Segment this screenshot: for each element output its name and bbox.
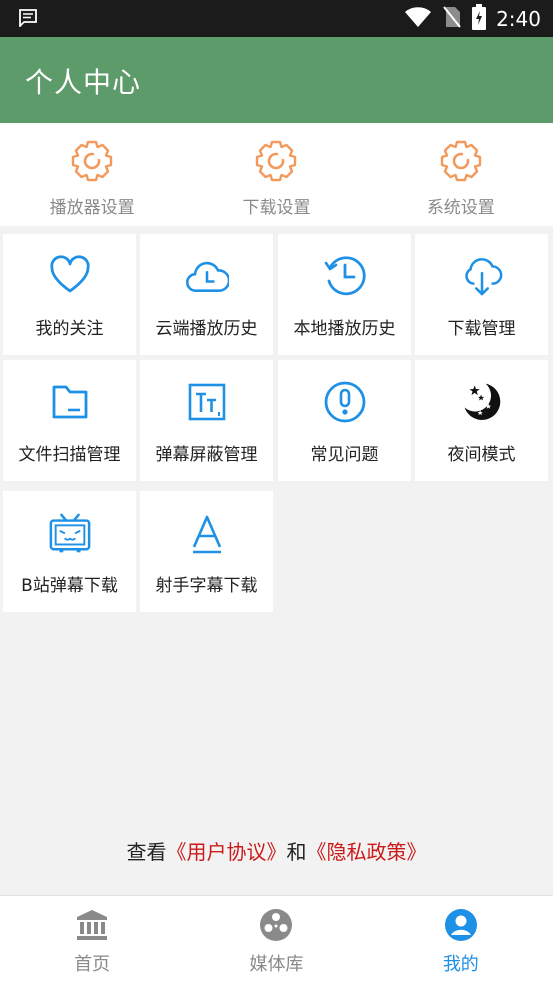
no-sim-icon <box>442 5 462 33</box>
cloud-history-tile[interactable]: 云端播放历史 <box>140 234 273 355</box>
tile-label: B站弹幕下载 <box>21 576 118 596</box>
download-settings-button[interactable]: 下载设置 <box>184 123 368 226</box>
nav-media-library[interactable]: 媒体库 <box>184 896 368 983</box>
page-title: 个人中心 <box>25 66 142 99</box>
cloud-clock-icon <box>185 254 229 298</box>
subtitle-download-tile[interactable]: 射手字幕下载 <box>140 491 273 612</box>
heart-icon <box>48 254 92 298</box>
gear-icon <box>254 139 298 187</box>
agreement-conjunction: 和 <box>286 840 307 864</box>
folder-icon <box>48 380 92 424</box>
system-settings-button[interactable]: 系统设置 <box>369 123 553 226</box>
wifi-icon <box>404 6 432 32</box>
settings-label: 系统设置 <box>426 198 495 218</box>
privacy-policy-link[interactable]: 《隐私政策》 <box>307 840 427 864</box>
message-icon <box>18 9 38 31</box>
user-agreement-link[interactable]: 《用户协议》 <box>167 840 287 864</box>
gear-icon <box>70 139 114 187</box>
nav-mine[interactable]: 我的 <box>369 896 553 983</box>
player-settings-button[interactable]: 播放器设置 <box>0 123 184 226</box>
text-size-icon <box>185 380 229 424</box>
file-scan-tile[interactable]: 文件扫描管理 <box>3 360 136 481</box>
gear-icon <box>439 139 483 187</box>
settings-row: 播放器设置 下载设置 系统设置 <box>0 123 553 226</box>
tile-label: 射手字幕下载 <box>155 576 258 596</box>
tile-label: 下载管理 <box>447 319 516 339</box>
moon-stars-icon <box>460 380 504 424</box>
settings-label: 播放器设置 <box>49 198 135 218</box>
clock-time: 2:40 <box>496 7 541 31</box>
status-bar: 2:40 <box>0 0 553 37</box>
tile-label: 文件扫描管理 <box>18 445 121 465</box>
bilibili-tv-icon <box>48 511 92 555</box>
alert-circle-icon <box>323 380 367 424</box>
download-manager-tile[interactable]: 下载管理 <box>415 234 548 355</box>
night-mode-tile[interactable]: 夜间模式 <box>415 360 548 481</box>
bilibili-danmaku-download-tile[interactable]: B站弹幕下载 <box>3 491 136 612</box>
cloud-download-icon <box>460 254 504 298</box>
nav-home[interactable]: 首页 <box>0 896 184 983</box>
local-history-tile[interactable]: 本地播放历史 <box>278 234 411 355</box>
letter-a-icon <box>185 511 229 555</box>
bank-icon <box>75 908 109 946</box>
tile-label: 我的关注 <box>35 319 104 339</box>
history-clock-icon <box>323 254 367 298</box>
my-follows-tile[interactable]: 我的关注 <box>3 234 136 355</box>
settings-label: 下载设置 <box>242 198 311 218</box>
app-bar: 个人中心 <box>0 37 553 123</box>
faq-tile[interactable]: 常见问题 <box>278 360 411 481</box>
film-reel-icon <box>259 908 293 946</box>
agreement-prefix: 查看 <box>126 840 167 864</box>
battery-icon <box>472 4 487 34</box>
nav-label: 首页 <box>74 954 111 975</box>
tile-label: 弹幕屏蔽管理 <box>155 445 258 465</box>
tile-label: 云端播放历史 <box>155 319 258 339</box>
danmaku-block-tile[interactable]: 弹幕屏蔽管理 <box>140 360 273 481</box>
nav-label: 我的 <box>442 954 479 975</box>
bottom-navigation: 首页 媒体库 我的 <box>0 895 553 983</box>
tile-label: 夜间模式 <box>447 445 516 465</box>
tile-label: 常见问题 <box>310 445 379 465</box>
nav-label: 媒体库 <box>249 954 304 975</box>
user-circle-icon <box>444 908 478 946</box>
tile-label: 本地播放历史 <box>293 319 396 339</box>
agreement-text: 查看《用户协议》和《隐私政策》 <box>0 836 553 865</box>
